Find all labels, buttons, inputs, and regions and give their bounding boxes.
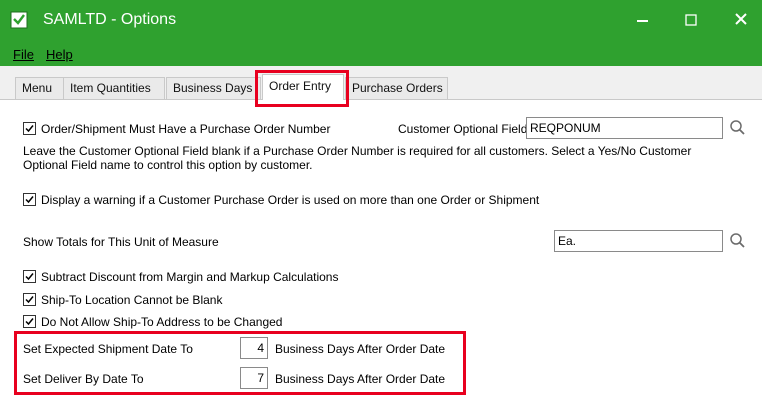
- help-text-line2: Optional Field name to control this opti…: [23, 158, 313, 172]
- expected-ship-date-label: Set Expected Shipment Date To: [23, 342, 193, 356]
- tab-business-days[interactable]: Business Days: [166, 77, 261, 99]
- checkmark-icon: [25, 125, 34, 133]
- app-icon: [10, 11, 28, 29]
- menu-file[interactable]: File: [13, 47, 34, 62]
- require-po-checkbox[interactable]: [23, 122, 36, 135]
- maximize-icon: [685, 14, 697, 26]
- subtract-discount-label: Subtract Discount from Margin and Markup…: [41, 270, 339, 284]
- unit-of-measure-label: Show Totals for This Unit of Measure: [23, 235, 219, 249]
- checkmark-icon: [25, 273, 34, 281]
- no-shipto-change-label: Do Not Allow Ship-To Address to be Chang…: [41, 315, 283, 329]
- minimize-icon: [637, 20, 648, 22]
- search-icon[interactable]: [729, 232, 747, 250]
- customer-optional-field-input[interactable]: REQPONUM: [526, 117, 723, 139]
- window-title: SAMLTD - Options: [43, 11, 177, 28]
- checkmark-icon: [25, 196, 34, 204]
- tab-menu[interactable]: Menu: [15, 77, 64, 99]
- deliver-by-date-label: Set Deliver By Date To: [23, 372, 144, 386]
- expected-ship-date-input[interactable]: 4: [240, 337, 268, 359]
- shipto-not-blank-label: Ship-To Location Cannot be Blank: [41, 293, 223, 307]
- title-bar: SAMLTD - Options: [0, 0, 762, 42]
- maximize-button[interactable]: [676, 6, 706, 34]
- search-icon[interactable]: [729, 119, 747, 137]
- tab-purchase-orders[interactable]: Purchase Orders: [345, 77, 448, 99]
- shipto-not-blank-checkbox[interactable]: [23, 293, 36, 306]
- deliver-by-date-suffix: Business Days After Order Date: [275, 372, 446, 386]
- checkmark-icon: [25, 296, 34, 304]
- checkmark-icon: [25, 318, 34, 326]
- menu-bar: File Help: [0, 42, 762, 66]
- close-button[interactable]: [726, 6, 756, 34]
- expected-ship-date-suffix: Business Days After Order Date: [275, 342, 446, 356]
- help-text-line1: Leave the Customer Optional Field blank …: [23, 144, 692, 158]
- minimize-button[interactable]: [627, 6, 657, 34]
- warn-duplicate-po-label: Display a warning if a Customer Purchase…: [41, 193, 540, 207]
- order-entry-panel: Order/Shipment Must Have a Purchase Orde…: [10, 100, 762, 398]
- deliver-by-date-input[interactable]: 7: [240, 367, 268, 389]
- warn-duplicate-po-checkbox[interactable]: [23, 193, 36, 206]
- close-icon: [735, 13, 747, 25]
- tab-strip: Menu Item Quantities Business Days Order…: [0, 66, 762, 100]
- customer-optional-field-label: Customer Optional Field: [398, 122, 528, 136]
- subtract-discount-checkbox[interactable]: [23, 270, 36, 283]
- unit-of-measure-input[interactable]: Ea.: [554, 230, 723, 252]
- tab-order-entry[interactable]: Order Entry: [262, 74, 344, 100]
- no-shipto-change-checkbox[interactable]: [23, 315, 36, 328]
- tab-item-quantities[interactable]: Item Quantities: [63, 77, 165, 99]
- require-po-label: Order/Shipment Must Have a Purchase Orde…: [41, 122, 331, 136]
- menu-help[interactable]: Help: [46, 47, 73, 62]
